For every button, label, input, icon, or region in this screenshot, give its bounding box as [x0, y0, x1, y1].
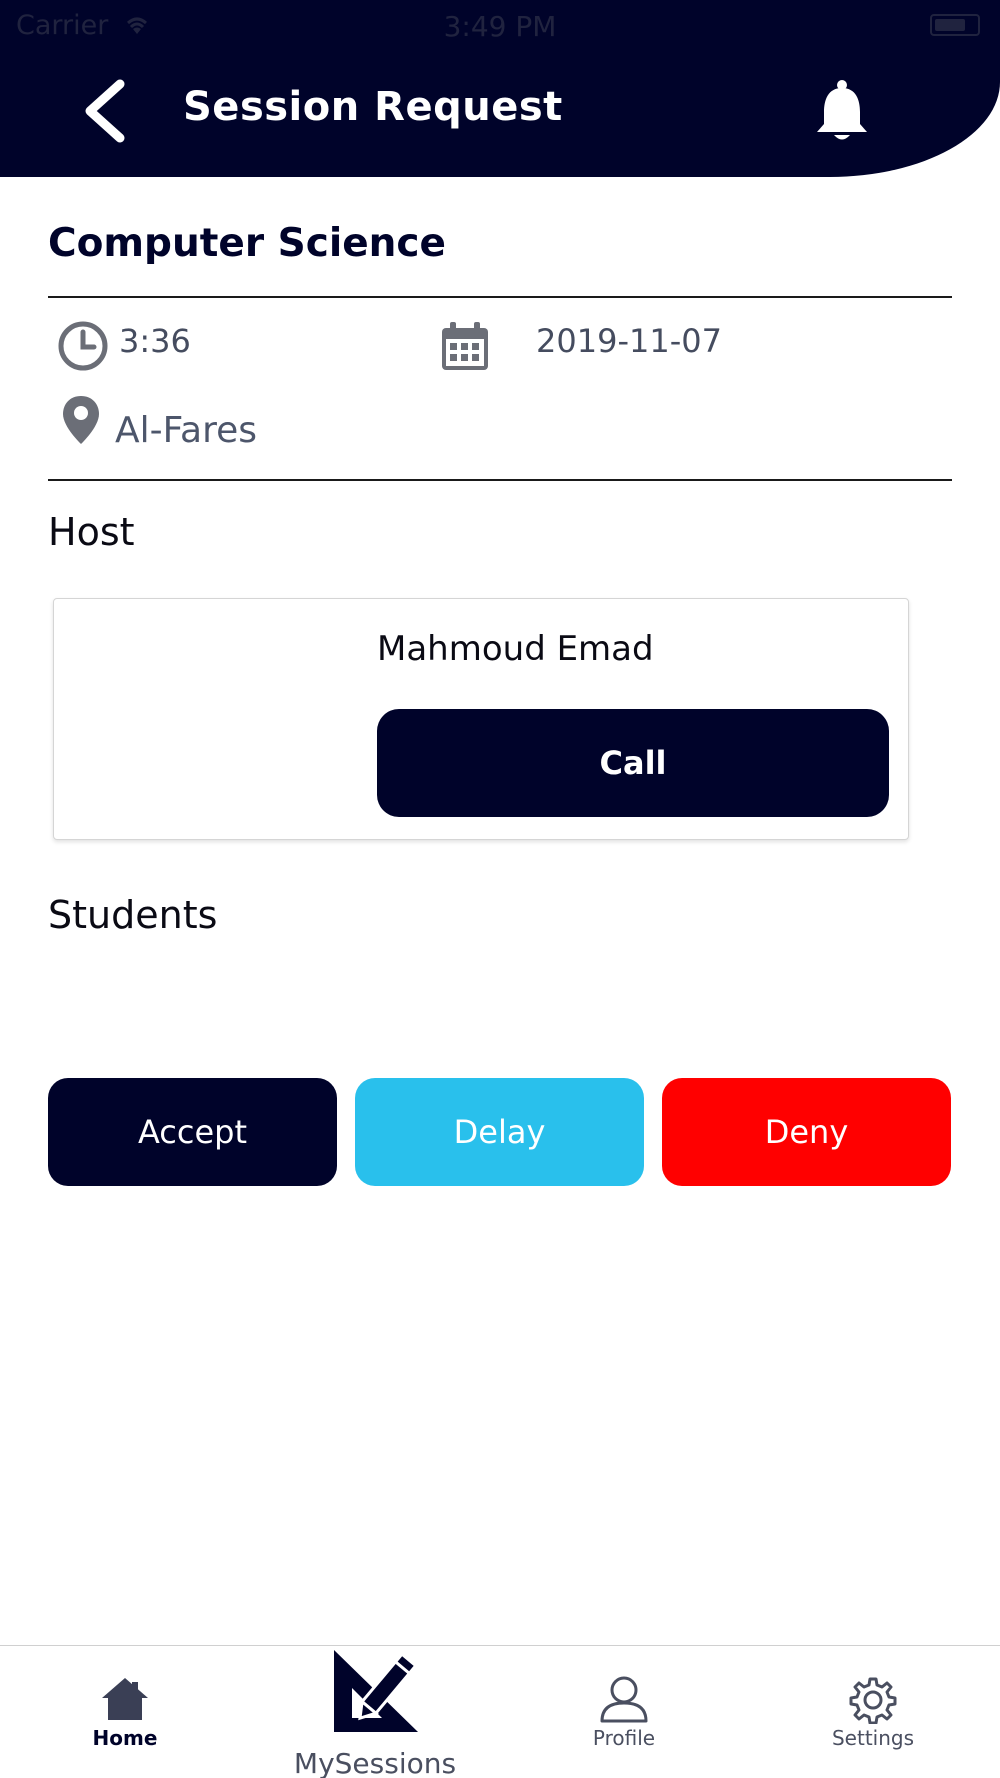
deny-button[interactable]: Deny	[662, 1078, 951, 1186]
location-icon	[63, 396, 99, 444]
tab-home[interactable]: Home	[75, 1646, 175, 1778]
tab-my-sessions-label: MySessions	[293, 1747, 457, 1778]
tab-my-sessions[interactable]: MySessions	[280, 1646, 470, 1778]
session-time: 3:36	[119, 322, 191, 360]
session-date: 2019-11-07	[536, 322, 722, 360]
sessions-icon	[334, 1650, 418, 1732]
page-title: Session Request	[183, 84, 563, 130]
host-name: Mahmoud Emad	[377, 629, 654, 669]
students-section-label: Students	[48, 893, 218, 937]
tab-home-label: Home	[92, 1726, 158, 1750]
tab-profile-label: Profile	[592, 1726, 656, 1750]
tab-settings[interactable]: Settings	[823, 1646, 923, 1778]
calendar-icon	[442, 322, 488, 370]
divider-top	[48, 296, 952, 298]
tab-profile[interactable]: Profile	[574, 1646, 674, 1778]
bell-icon[interactable]	[812, 78, 872, 144]
back-icon[interactable]	[80, 78, 130, 144]
accept-button[interactable]: Accept	[48, 1078, 337, 1186]
call-button[interactable]: Call	[377, 709, 889, 817]
status-bar: Carrier 3:49 PM	[0, 0, 1000, 50]
session-location: Al-Fares	[115, 410, 257, 451]
settings-icon	[849, 1677, 897, 1724]
host-card: Mahmoud Emad Call	[53, 598, 909, 840]
session-subject: Computer Science	[48, 221, 446, 266]
delay-button[interactable]: Delay	[355, 1078, 644, 1186]
tab-settings-label: Settings	[831, 1726, 915, 1750]
header: Carrier 3:49 PM Session Request	[0, 0, 1000, 177]
status-time: 3:49 PM	[443, 10, 557, 43]
home-icon	[102, 1678, 148, 1720]
clock-icon	[58, 321, 108, 371]
profile-icon	[600, 1676, 648, 1723]
divider-bottom	[48, 479, 952, 481]
host-section-label: Host	[48, 510, 135, 554]
battery-icon	[930, 14, 980, 36]
tab-bar: Home MySessions Profile Settings	[0, 1645, 1000, 1778]
